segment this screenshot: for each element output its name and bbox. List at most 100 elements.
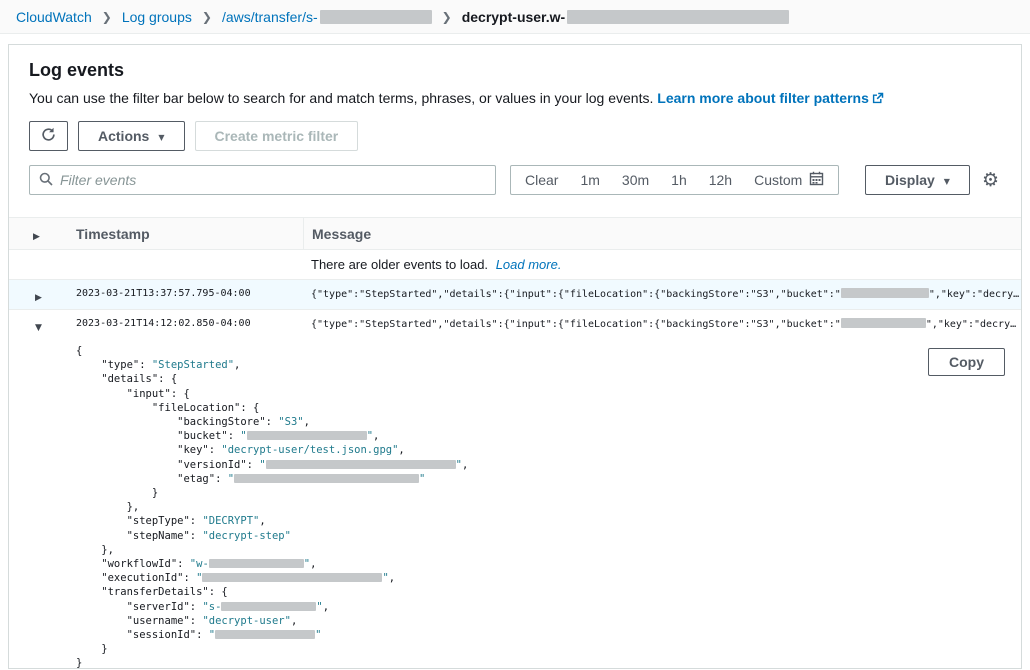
custom-range-button[interactable]: Custom [743,171,835,189]
clear-button[interactable]: Clear [514,172,569,188]
custom-label: Custom [754,172,802,188]
text-segment: "decrypt-step" [202,530,291,542]
text-segment: "type": [76,359,152,371]
text-segment: "bucket": [76,430,240,442]
create-metric-filter-button[interactable]: Create metric filter [195,121,359,151]
breadcrumb: CloudWatch❯Log groups❯/aws/transfer/s-❯d… [0,0,1030,34]
text-segment: "transferDetails": { [76,586,228,598]
breadcrumb-item[interactable]: Log groups [122,9,192,25]
gear-icon: ⚙ [982,169,999,191]
breadcrumb-separator: ❯ [202,10,212,24]
json-line: "input": { [76,387,1005,401]
breadcrumb-item[interactable]: CloudWatch [16,9,92,25]
log-events-panel: Log events You can use the filter bar be… [8,44,1022,669]
log-event-row[interactable]: ▼ 2023-03-21T14:12:02.850-04:00 {"type":"S… [9,309,1021,339]
older-events-text: There are older events to load. [311,257,488,272]
page-title: Log events [29,60,1001,81]
message-cell: {"type":"StepStarted","details":{"input"… [303,287,1021,300]
json-line: "bucket": "", [76,429,1005,443]
json-line: } [76,486,1005,500]
filter-bar: Clear 1m30m1h12h Custom Display▼ ⚙ [29,165,1001,195]
json-line: "etag": "" [76,472,1005,486]
json-line: "backingStore": "S3", [76,415,1005,429]
json-line: "type": "StepStarted", [76,358,1005,372]
text-segment: "executionId": [76,572,196,584]
chevron-down-icon: ▼ [944,177,950,186]
breadcrumb-label: /aws/transfer/s- [222,9,318,25]
text-segment: "DECRYPT" [202,515,259,527]
redacted-text [247,431,367,440]
text-segment: , [398,444,404,456]
text-segment: "serverId": [76,601,202,613]
text-segment: "username": [76,615,202,627]
filter-events-input[interactable] [60,172,486,188]
column-header-timestamp: Timestamp [76,226,303,242]
text-segment: "decrypt-user/test.json.gpg" [221,444,398,456]
redacted-text [841,318,926,328]
text-segment: , [373,430,379,442]
text-segment: "w- [190,558,209,570]
refresh-icon [41,127,56,145]
text-segment: " [419,473,425,485]
page-description: You can use the filter bar below to sear… [29,90,1001,107]
text-segment: , [234,359,240,371]
text-segment: " [259,459,265,471]
actions-label: Actions [98,128,149,144]
json-line: "username": "decrypt-user", [76,614,1005,628]
log-event-row[interactable]: ▶2023-03-21T13:37:57.795-04:00{"type":"S… [9,279,1021,309]
log-events-table: ▶ Timestamp Message There are older even… [9,217,1021,669]
text-segment: , [291,615,297,627]
text-segment: "etag": [76,473,228,485]
actions-button[interactable]: Actions▼ [78,121,185,151]
text-segment: {"type":"StepStarted","details":{"input"… [311,319,841,330]
redacted-text [234,474,419,483]
json-line: } [76,656,1005,669]
learn-more-link[interactable]: Learn more about filter patterns [657,90,869,106]
copy-button[interactable]: Copy [928,348,1005,376]
redacted-text [215,630,315,639]
text-segment: "input": { [76,388,190,400]
json-line: }, [76,543,1005,557]
text-segment: "sessionId": [76,629,209,641]
text-segment: "key": [76,444,221,456]
calendar-icon [809,171,824,189]
text-segment: " [315,629,321,641]
text-segment: , [310,558,316,570]
breadcrumb-label: Log groups [122,9,192,25]
redacted-text [567,10,789,24]
redacted-text [221,602,316,611]
refresh-button[interactable] [29,121,68,151]
json-line: "versionId": "", [76,458,1005,472]
expand-arrow-icon[interactable]: ▶ [35,293,42,303]
time-range-1m-button[interactable]: 1m [569,172,610,188]
breadcrumb-separator: ❯ [442,10,452,24]
redacted-text [841,288,929,298]
load-more-link[interactable]: Load more. [496,257,562,272]
expand-all-arrow-icon[interactable]: ▶ [33,232,40,242]
text-segment: {"type":"StepStarted","details":{"input"… [311,289,841,300]
collapse-arrow-icon[interactable]: ▼ [35,323,42,333]
text-segment: "fileLocation": { [76,402,259,414]
text-segment: "S3" [278,416,303,428]
time-range-12h-button[interactable]: 12h [698,172,743,188]
json-line: "key": "decrypt-user/test.json.gpg", [76,443,1005,457]
breadcrumb-item: decrypt-user.w- [462,9,789,25]
time-range-group: Clear 1m30m1h12h Custom [510,165,839,195]
breadcrumb-item[interactable]: /aws/transfer/s- [222,9,432,25]
message-cell: {"type":"StepStarted","details":{"input"… [303,317,1021,330]
json-line: "sessionId": "" [76,628,1005,642]
text-segment: } [76,657,82,669]
text-segment: "versionId": [76,459,259,471]
time-range-1h-button[interactable]: 1h [660,172,698,188]
json-line: "serverId": "s-", [76,600,1005,614]
text-segment: , [259,515,265,527]
filter-input-container [29,165,496,195]
text-segment: ","key":"decry… [929,289,1019,300]
text-segment: "details": { [76,373,177,385]
text-segment: , [323,601,329,613]
json-line: } [76,642,1005,656]
time-range-30m-button[interactable]: 30m [611,172,660,188]
display-button[interactable]: Display▼ [865,165,970,195]
preferences-button[interactable]: ⚙ [982,171,999,190]
timestamp-cell: 2023-03-21T14:12:02.850-04:00 [76,317,303,329]
